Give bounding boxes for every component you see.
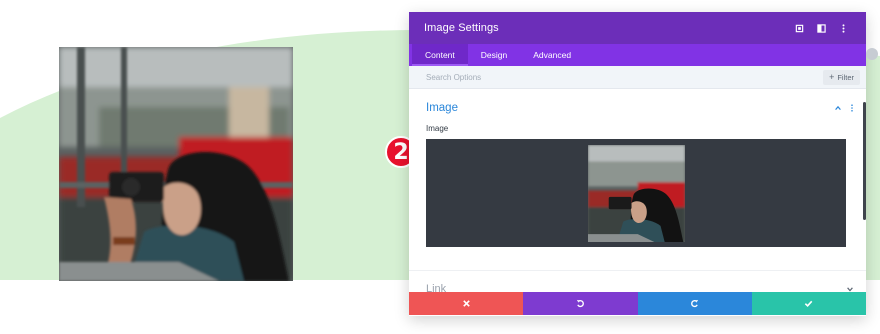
chevron-up-icon[interactable] [834, 104, 842, 112]
tab-content[interactable]: Content [412, 44, 468, 66]
undo-button[interactable] [523, 292, 638, 315]
search-options-input[interactable] [426, 72, 824, 82]
tab-advanced-label: Advanced [533, 50, 572, 60]
more-options-icon[interactable] [832, 17, 854, 39]
redo-button[interactable] [637, 292, 752, 315]
expand-icon[interactable] [788, 17, 810, 39]
close-icon [462, 300, 470, 307]
check-icon [805, 300, 813, 307]
step-number: 2 [393, 139, 409, 165]
cancel-button[interactable] [409, 292, 524, 315]
tab-design-label: Design [480, 50, 508, 60]
settings-tabs: Content Design Advanced [409, 44, 866, 66]
search-options-bar: + Filter [409, 66, 866, 89]
image-section-header[interactable]: Image [409, 89, 866, 116]
save-button[interactable] [751, 292, 866, 315]
image-settings-panel: Image Settings Content Design Advanced +… [409, 12, 866, 316]
tab-design[interactable]: Design [468, 44, 520, 66]
section-more-icon[interactable] [848, 103, 856, 112]
filter-button-label: Filter [837, 72, 854, 82]
panel-title: Image Settings [424, 22, 499, 34]
photographer-photo [59, 47, 293, 281]
panel-header: Image Settings [409, 12, 866, 44]
help-icon[interactable] [866, 48, 878, 60]
image-upload-preview[interactable] [426, 139, 846, 247]
filter-button[interactable]: + Filter [823, 69, 860, 85]
section-title: Image [426, 101, 458, 114]
panel-action-bar [409, 292, 866, 315]
image-field-label: Image [426, 124, 449, 133]
image-thumbnail [588, 145, 685, 242]
undo-icon [576, 299, 584, 308]
tab-advanced[interactable]: Advanced [520, 44, 584, 66]
split-view-icon[interactable] [810, 17, 832, 39]
tab-content-label: Content [425, 50, 455, 60]
plus-icon: + [829, 71, 835, 82]
panel-scrollbar[interactable] [863, 102, 866, 220]
redo-icon [691, 299, 699, 308]
